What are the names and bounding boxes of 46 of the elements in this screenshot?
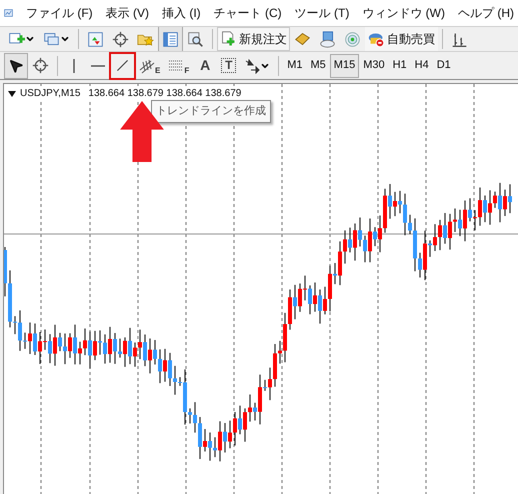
dropdown-caret-icon bbox=[25, 34, 35, 44]
period-tab[interactable]: H4 bbox=[410, 54, 433, 78]
period-tab[interactable]: M1 bbox=[283, 54, 307, 78]
horizontal-line-icon bbox=[91, 64, 105, 66]
vertical-line-icon bbox=[73, 58, 75, 72]
menu-item[interactable]: ヘルプ (H) bbox=[458, 4, 514, 22]
text-tool[interactable]: A bbox=[193, 52, 218, 78]
trendline-button[interactable] bbox=[110, 52, 135, 78]
bar-chart-icon bbox=[451, 30, 468, 48]
arrows-icon bbox=[244, 58, 260, 74]
menu-item[interactable]: ファイル (F) bbox=[26, 4, 93, 22]
add-document-icon bbox=[220, 30, 237, 48]
symbol-label: USDJPY,M15 bbox=[20, 86, 80, 101]
crosshair-icon bbox=[32, 57, 49, 74]
magnifier-icon bbox=[187, 30, 204, 48]
cursor-icon bbox=[8, 58, 24, 74]
menu-item[interactable]: 表示 (V) bbox=[106, 4, 150, 22]
list-window-icon bbox=[162, 30, 179, 48]
period-tab[interactable]: D1 bbox=[432, 54, 455, 78]
menu-item[interactable]: チャート (C) bbox=[214, 4, 282, 22]
channel-tool[interactable]: E bbox=[135, 52, 164, 78]
diagonal-line-icon bbox=[114, 57, 131, 74]
arrows-window-icon bbox=[87, 30, 104, 48]
cloud-window-icon bbox=[319, 30, 336, 48]
collapse-triangle-icon bbox=[8, 90, 16, 96]
fibonacci-tool[interactable]: F bbox=[164, 52, 194, 78]
period-tab[interactable]: M15 bbox=[330, 54, 360, 78]
dropdown-caret-icon bbox=[60, 34, 70, 44]
hatched-lines-icon bbox=[139, 58, 155, 74]
menu-item[interactable]: 挿入 (I) bbox=[162, 4, 201, 22]
crosshair-icon bbox=[112, 30, 129, 48]
period-tab[interactable]: H1 bbox=[388, 54, 411, 78]
menu-item[interactable]: ウィンドウ (W) bbox=[362, 4, 445, 22]
windows-icon bbox=[43, 30, 60, 48]
pointer-arrow-icon bbox=[119, 101, 165, 162]
period-tab[interactable]: M30 bbox=[359, 54, 389, 78]
period-tab[interactable]: M5 bbox=[306, 54, 330, 78]
menu-item[interactable]: ツール (T) bbox=[294, 4, 350, 22]
signal-icon bbox=[344, 30, 361, 48]
cursor-button[interactable] bbox=[4, 52, 28, 78]
auto-trading-button[interactable]: 自動売買 bbox=[365, 27, 438, 51]
text-label-tool[interactable]: T bbox=[217, 52, 240, 78]
dotted-lines-icon bbox=[168, 58, 184, 74]
tooltip: トレンドラインを作成 bbox=[151, 100, 271, 122]
price-quote: 138.664 138.679 138.664 138.679 bbox=[88, 86, 242, 101]
new-order-button[interactable]: 新規注文 bbox=[217, 27, 290, 51]
